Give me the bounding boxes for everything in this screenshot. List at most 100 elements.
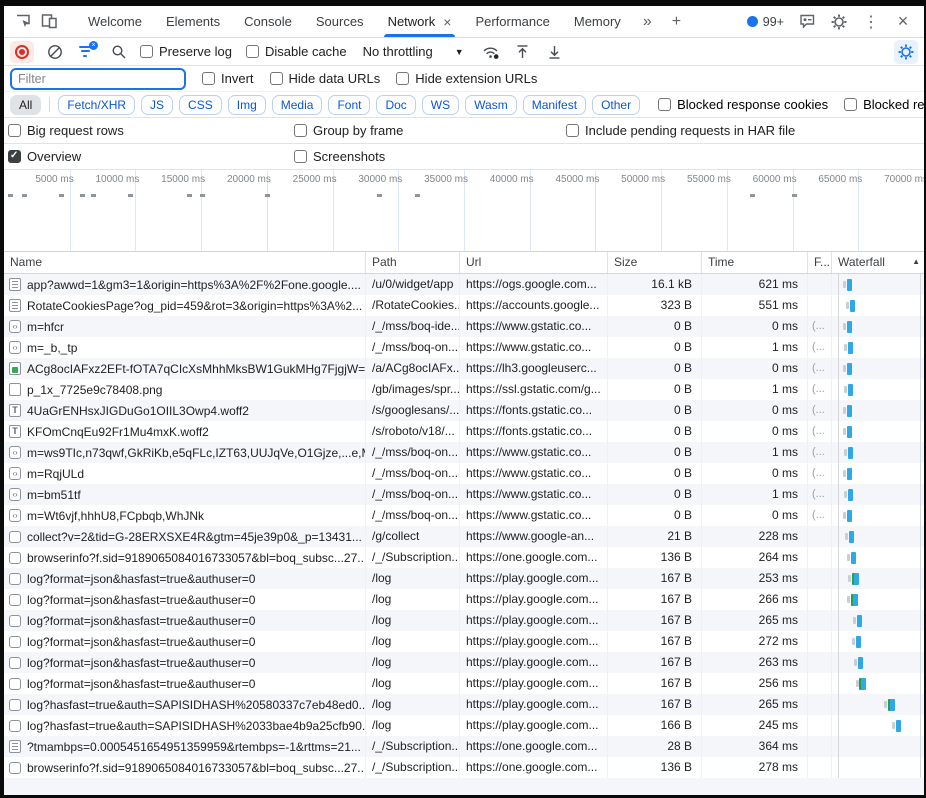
request-name-cell[interactable]: log?format=json&hasfast=true&authuser=0 [4, 610, 366, 631]
request-fulfilled-cell[interactable] [808, 631, 832, 652]
request-url-cell[interactable]: https://accounts.google... [460, 295, 608, 316]
request-waterfall-cell[interactable] [832, 631, 924, 652]
request-name-cell[interactable]: log?format=json&hasfast=true&authuser=0 [4, 631, 366, 652]
request-path-cell[interactable]: /log [366, 589, 460, 610]
request-row[interactable]: p_1x_7725e9c78408.png/gb/images/spr... ht… [4, 379, 924, 400]
inspect-element-icon[interactable] [10, 10, 36, 34]
request-time-cell[interactable]: 0 ms [702, 358, 808, 379]
request-waterfall-cell[interactable] [832, 505, 924, 526]
request-waterfall-cell[interactable] [832, 442, 924, 463]
request-path-cell[interactable]: /log [366, 610, 460, 631]
issues-counter[interactable]: 99+ [743, 15, 788, 29]
request-row[interactable]: 4UaGrENHsxJIGDuGo1OIIL3Owp4.woff2/s/goog… [4, 400, 924, 421]
request-time-cell[interactable]: 0 ms [702, 505, 808, 526]
request-waterfall-cell[interactable] [832, 358, 924, 379]
request-url-cell[interactable]: https://www.gstatic.co... [460, 505, 608, 526]
request-name-cell[interactable]: browserinfo?f.sid=9189065084016733057&bl… [4, 757, 366, 778]
checkbox-blocked-response-cookies[interactable] [658, 98, 672, 111]
tab-elements[interactable]: Elements [154, 6, 232, 37]
request-waterfall-cell[interactable] [832, 568, 924, 589]
request-time-cell[interactable]: 253 ms [702, 568, 808, 589]
request-url-cell[interactable]: https://play.google.com... [460, 652, 608, 673]
request-name-cell[interactable]: m=_b,_tp [4, 337, 366, 358]
request-waterfall-cell[interactable] [832, 652, 924, 673]
request-path-cell[interactable]: /u/0/widget/app [366, 274, 460, 295]
tab-performance[interactable]: Performance [463, 6, 561, 37]
request-fulfilled-cell[interactable] [808, 568, 832, 589]
filter-chip-fetch-xhr[interactable]: Fetch/XHR [58, 94, 136, 115]
request-url-cell[interactable]: https://www.gstatic.co... [460, 484, 608, 505]
request-path-cell[interactable]: /_/Subscription... [366, 547, 460, 568]
new-tab-icon[interactable]: + [662, 13, 691, 31]
request-name-cell[interactable]: m=Wt6vjf,hhhU8,FCpbqb,WhJNk [4, 505, 366, 526]
request-url-cell[interactable]: https://fonts.gstatic.co... [460, 421, 608, 442]
request-fulfilled-cell[interactable]: (... [808, 421, 832, 442]
request-name-cell[interactable]: ?tmambps=0.0005451654951359959&rtembps=-… [4, 736, 366, 757]
request-row[interactable]: log?format=json&hasfast=true&authuser=0 /… [4, 610, 924, 631]
request-url-cell[interactable]: https://play.google.com... [460, 568, 608, 589]
column-header-waterfall[interactable]: Waterfall ▲ [832, 252, 924, 273]
request-size-cell[interactable]: 0 B [608, 379, 702, 400]
request-size-cell[interactable]: 0 B [608, 463, 702, 484]
request-name-cell[interactable]: log?format=json&hasfast=true&authuser=0 [4, 652, 366, 673]
request-row[interactable]: RotateCookiesPage?og_pid=459&rot=3&origi… [4, 295, 924, 316]
filter-chip-css[interactable]: CSS [179, 94, 222, 115]
request-name-cell[interactable]: ACg8ocIAFxz2EFt-fOTA7qCIcXsMhhMksBW1GukM… [4, 358, 366, 379]
option-group-by-frame[interactable]: Group by frame [294, 123, 403, 138]
request-fulfilled-cell[interactable]: (... [808, 484, 832, 505]
request-name-cell[interactable]: log?format=json&hasfast=true&authuser=0 [4, 568, 366, 589]
request-waterfall-cell[interactable] [832, 673, 924, 694]
feedback-icon[interactable] [794, 10, 820, 34]
request-name-cell[interactable]: collect?v=2&tid=G-28ERXSXE4R&gtm=45je39p… [4, 526, 366, 547]
request-size-cell[interactable]: 167 B [608, 631, 702, 652]
request-name-cell[interactable]: m=RqjULd [4, 463, 366, 484]
request-time-cell[interactable]: 551 ms [702, 295, 808, 316]
request-url-cell[interactable]: https://ssl.gstatic.com/g... [460, 379, 608, 400]
request-url-cell[interactable]: https://www.gstatic.co... [460, 316, 608, 337]
request-row[interactable]: log?format=json&hasfast=true&authuser=0 /… [4, 631, 924, 652]
request-time-cell[interactable]: 1 ms [702, 442, 808, 463]
request-size-cell[interactable]: 0 B [608, 484, 702, 505]
filter-chip-ws[interactable]: WS [421, 94, 460, 115]
checkbox-invert[interactable] [202, 72, 215, 85]
filter-chip-media[interactable]: Media [271, 94, 323, 115]
checkbox-screenshots[interactable] [294, 150, 307, 163]
settings-gear-icon[interactable] [826, 10, 852, 34]
request-path-cell[interactable]: /_/Subscription... [366, 736, 460, 757]
device-toolbar-icon[interactable] [36, 10, 62, 34]
request-fulfilled-cell[interactable] [808, 652, 832, 673]
request-fulfilled-cell[interactable] [808, 715, 832, 736]
request-fulfilled-cell[interactable]: (... [808, 463, 832, 484]
request-path-cell[interactable]: /log [366, 715, 460, 736]
request-fulfilled-cell[interactable]: (... [808, 505, 832, 526]
more-menu-icon[interactable]: ⋮ [858, 10, 884, 34]
request-fulfilled-cell[interactable] [808, 274, 832, 295]
request-waterfall-cell[interactable] [832, 400, 924, 421]
filter-chip-img[interactable]: Img [227, 94, 266, 115]
request-name-cell[interactable]: log?format=json&hasfast=true&authuser=0 [4, 673, 366, 694]
network-settings-gear-icon[interactable] [894, 39, 918, 64]
tab-sources[interactable]: Sources [304, 6, 376, 37]
request-row[interactable]: m=hfcr /_/mss/boq-ide...https://www.gstat… [4, 316, 924, 337]
request-size-cell[interactable]: 167 B [608, 589, 702, 610]
filter-input[interactable] [10, 67, 186, 90]
request-name-cell[interactable]: log?hasfast=true&auth=SAPISIDHASH%205803… [4, 694, 366, 715]
request-row[interactable]: log?format=json&hasfast=true&authuser=0 /… [4, 673, 924, 694]
request-path-cell[interactable]: /_/mss/boq-on... [366, 463, 460, 484]
request-row[interactable]: browserinfo?f.sid=9189065084016733057&bl… [4, 757, 924, 778]
request-time-cell[interactable]: 265 ms [702, 694, 808, 715]
request-fulfilled-cell[interactable] [808, 757, 832, 778]
request-path-cell[interactable]: /a/ACg8ocIAFx... [366, 358, 460, 379]
request-time-cell[interactable]: 0 ms [702, 316, 808, 337]
checkbox-overview[interactable] [8, 150, 21, 163]
request-fulfilled-cell[interactable]: (... [808, 358, 832, 379]
request-size-cell[interactable]: 0 B [608, 505, 702, 526]
column-header-time[interactable]: Time [702, 252, 808, 273]
request-name-cell[interactable]: m=hfcr [4, 316, 366, 337]
request-name-cell[interactable]: KFOmCnqEu92Fr1Mu4mxK.woff2 [4, 421, 366, 442]
request-time-cell[interactable]: 272 ms [702, 631, 808, 652]
checkbox-blocked-requests[interactable] [844, 98, 858, 111]
request-path-cell[interactable]: /log [366, 568, 460, 589]
request-path-cell[interactable]: /log [366, 694, 460, 715]
record-network-log-icon[interactable] [10, 40, 34, 63]
